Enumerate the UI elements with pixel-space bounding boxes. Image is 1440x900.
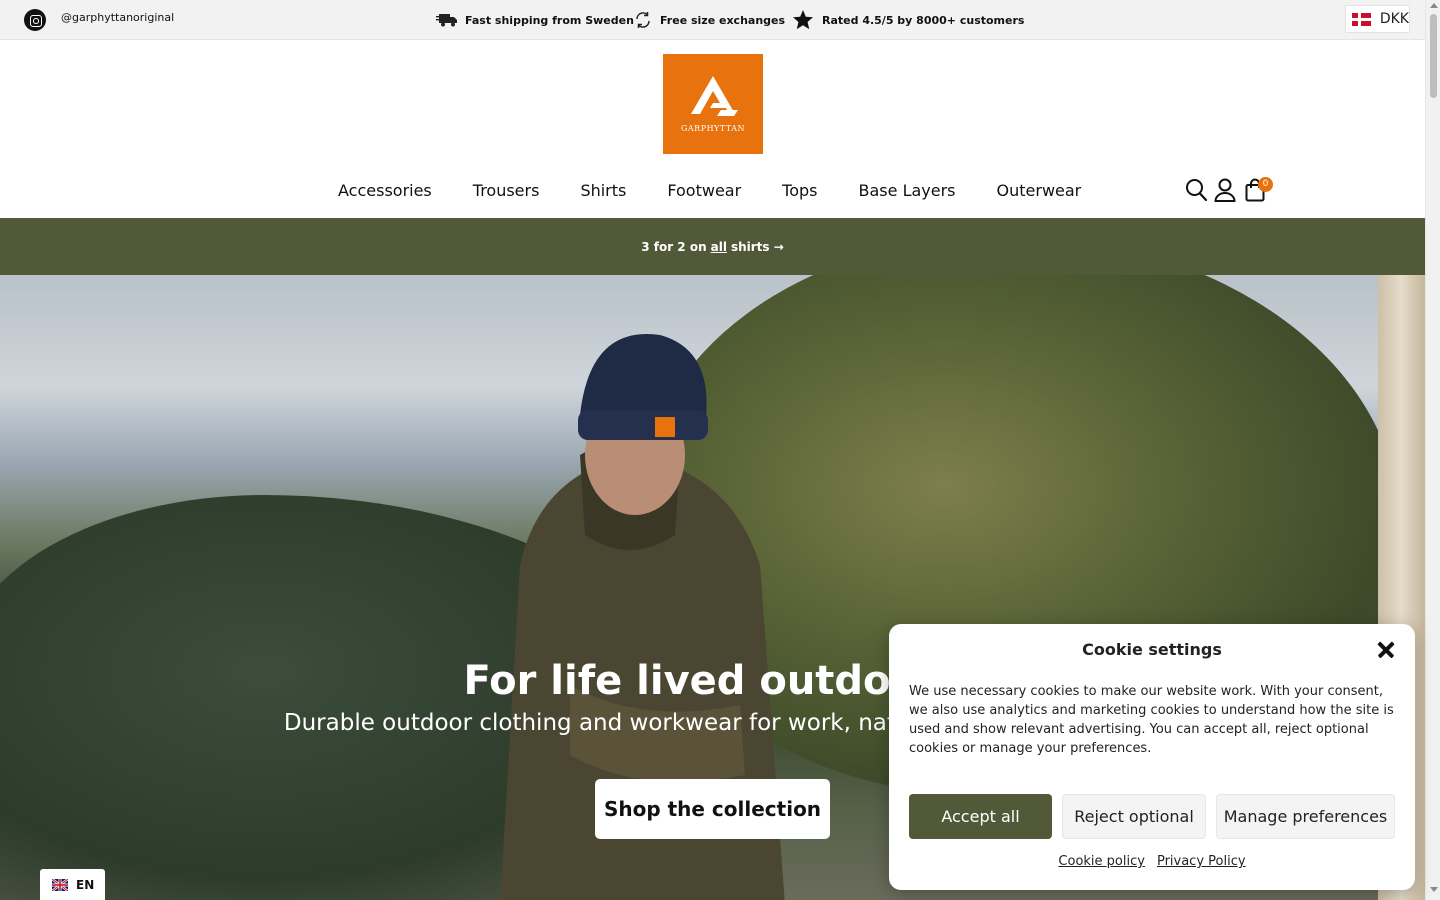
cookie-description: We use necessary cookies to make our web… [909,684,1394,756]
usp-rating: Rated 4.5/5 by 8000+ customers [792,10,1024,30]
promo-suffix: shirts → [730,239,784,254]
usp-text: Fast shipping from Sweden [465,13,634,27]
nav-shirts[interactable]: Shirts [580,180,626,202]
cookie-policy-link[interactable]: Cookie policy [1058,854,1145,869]
language-selector[interactable]: EN [40,869,105,900]
cookie-links: Cookie policy Privacy Policy [889,854,1415,869]
currency-selector[interactable]: DKK [1345,5,1410,33]
promo-banner[interactable]: 3 for 2 on all shirts → [0,218,1425,275]
cookie-title: Cookie settings [1082,640,1222,659]
manage-preferences-button[interactable]: Manage preferences [1216,794,1395,839]
brand-logo[interactable]: GARPHYTTAN [663,54,763,154]
cookie-settings-dialog: Cookie settings We use necessary cookies… [889,624,1415,890]
scroll-up-arrow-icon[interactable] [1430,3,1438,8]
nav-footwear[interactable]: Footwear [667,180,741,202]
instagram-handle[interactable]: @garphyttanoriginal [61,11,174,24]
denmark-flag-icon [1352,12,1371,26]
usp-text: Rated 4.5/5 by 8000+ customers [822,13,1025,27]
usp-shipping: Fast shipping from Sweden [436,10,634,30]
uk-flag-icon [52,878,68,891]
page-scrollbar[interactable] [1425,0,1440,900]
main-navigation: Accessories Trousers Shirts Footwear Top… [338,180,1122,202]
close-icon[interactable] [1375,639,1397,661]
truck-icon [436,14,457,27]
shop-collection-button[interactable]: Shop the collection [595,779,830,839]
nav-accessories[interactable]: Accessories [338,180,432,202]
language-label: EN [76,877,95,892]
promo-prefix: 3 for 2 on [641,239,707,254]
star-icon [793,10,813,30]
currency-label: DKK [1379,11,1409,27]
logo-mark-icon [691,76,738,116]
scrollbar-thumb[interactable] [1430,14,1437,98]
nav-outerwear[interactable]: Outerwear [997,180,1082,202]
usp-text: Free size exchanges [660,13,786,27]
promo-highlight: all [710,239,727,254]
nav-tops[interactable]: Tops [782,180,817,202]
top-utility-bar: @garphyttanoriginal Fast shipping from S… [0,0,1425,40]
accept-all-button[interactable]: Accept all [909,794,1052,839]
search-icon[interactable] [1185,178,1208,202]
scroll-down-arrow-icon[interactable] [1430,887,1438,892]
nav-base-layers[interactable]: Base Layers [859,180,956,202]
account-icon[interactable] [1214,178,1236,202]
usp-exchanges: Free size exchanges [634,10,785,30]
reject-optional-button[interactable]: Reject optional [1062,794,1206,839]
instagram-icon[interactable] [24,9,46,31]
nav-trousers[interactable]: Trousers [473,180,540,202]
cart-count-badge: 0 [1258,177,1273,192]
privacy-policy-link[interactable]: Privacy Policy [1157,854,1246,869]
exchange-icon [636,12,650,28]
logo-wordmark: GARPHYTTAN [681,124,745,133]
